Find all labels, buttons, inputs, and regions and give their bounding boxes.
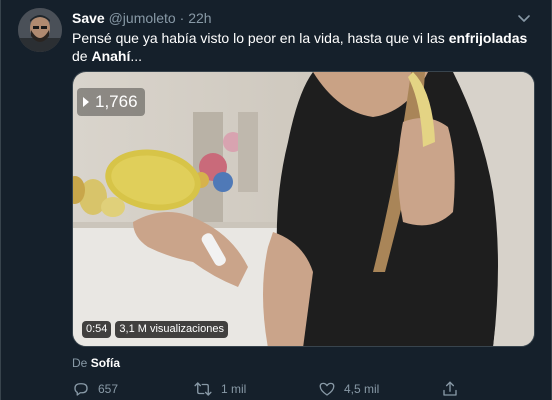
video-player[interactable]: 1,766 0:54 3,1 M visualizaciones <box>72 71 535 347</box>
retweet-count: 1 mil <box>221 382 247 396</box>
tweet-text: Pensé que ya había visto lo peor en la v… <box>72 29 532 65</box>
retweet-icon <box>194 382 212 396</box>
source-prefix: De <box>72 356 88 370</box>
view-count: 1,766 <box>95 92 138 111</box>
like-count: 4,5 mil <box>344 382 380 396</box>
video-source: De Sofía <box>72 356 120 370</box>
separator-dot: · <box>179 10 185 26</box>
reply-count: 657 <box>98 382 119 396</box>
tweet-header: Save @jumoleto · 22h <box>72 9 212 27</box>
reply-icon <box>74 383 88 396</box>
video-views: 3,1 M visualizaciones <box>115 321 228 338</box>
display-name[interactable]: Save <box>72 10 105 26</box>
avatar[interactable] <box>18 8 62 52</box>
share-icon <box>443 381 457 396</box>
retweet-button[interactable]: 1 mil <box>193 380 246 398</box>
like-icon <box>319 382 335 396</box>
tweet-text-part: ... <box>130 48 143 64</box>
share-button[interactable] <box>441 380 459 398</box>
tweet-text-bold: Anahí <box>91 48 131 64</box>
caret-down-icon[interactable] <box>515 9 533 27</box>
eye-icon <box>83 97 89 107</box>
tweet-text-part: Pensé que ya había visto lo peor en la v… <box>72 30 449 46</box>
like-button[interactable]: 4,5 mil <box>318 380 379 398</box>
tweet-text-part: de <box>72 48 92 64</box>
video-duration: 0:54 <box>82 321 112 338</box>
tweet-text-bold: enfrijoladas <box>448 30 528 46</box>
action-bar: 657 1 mil 4,5 mil <box>72 380 472 400</box>
source-name[interactable]: Sofía <box>91 356 120 370</box>
video-meta: 0:54 3,1 M visualizaciones <box>82 321 228 338</box>
reply-button[interactable]: 657 <box>72 380 118 398</box>
view-count-badge: 1,766 <box>77 88 145 116</box>
timestamp[interactable]: 22h <box>188 10 211 26</box>
user-handle[interactable]: @jumoleto <box>109 10 176 26</box>
tweet[interactable]: Save @jumoleto · 22h Pensé que ya había … <box>0 0 552 400</box>
